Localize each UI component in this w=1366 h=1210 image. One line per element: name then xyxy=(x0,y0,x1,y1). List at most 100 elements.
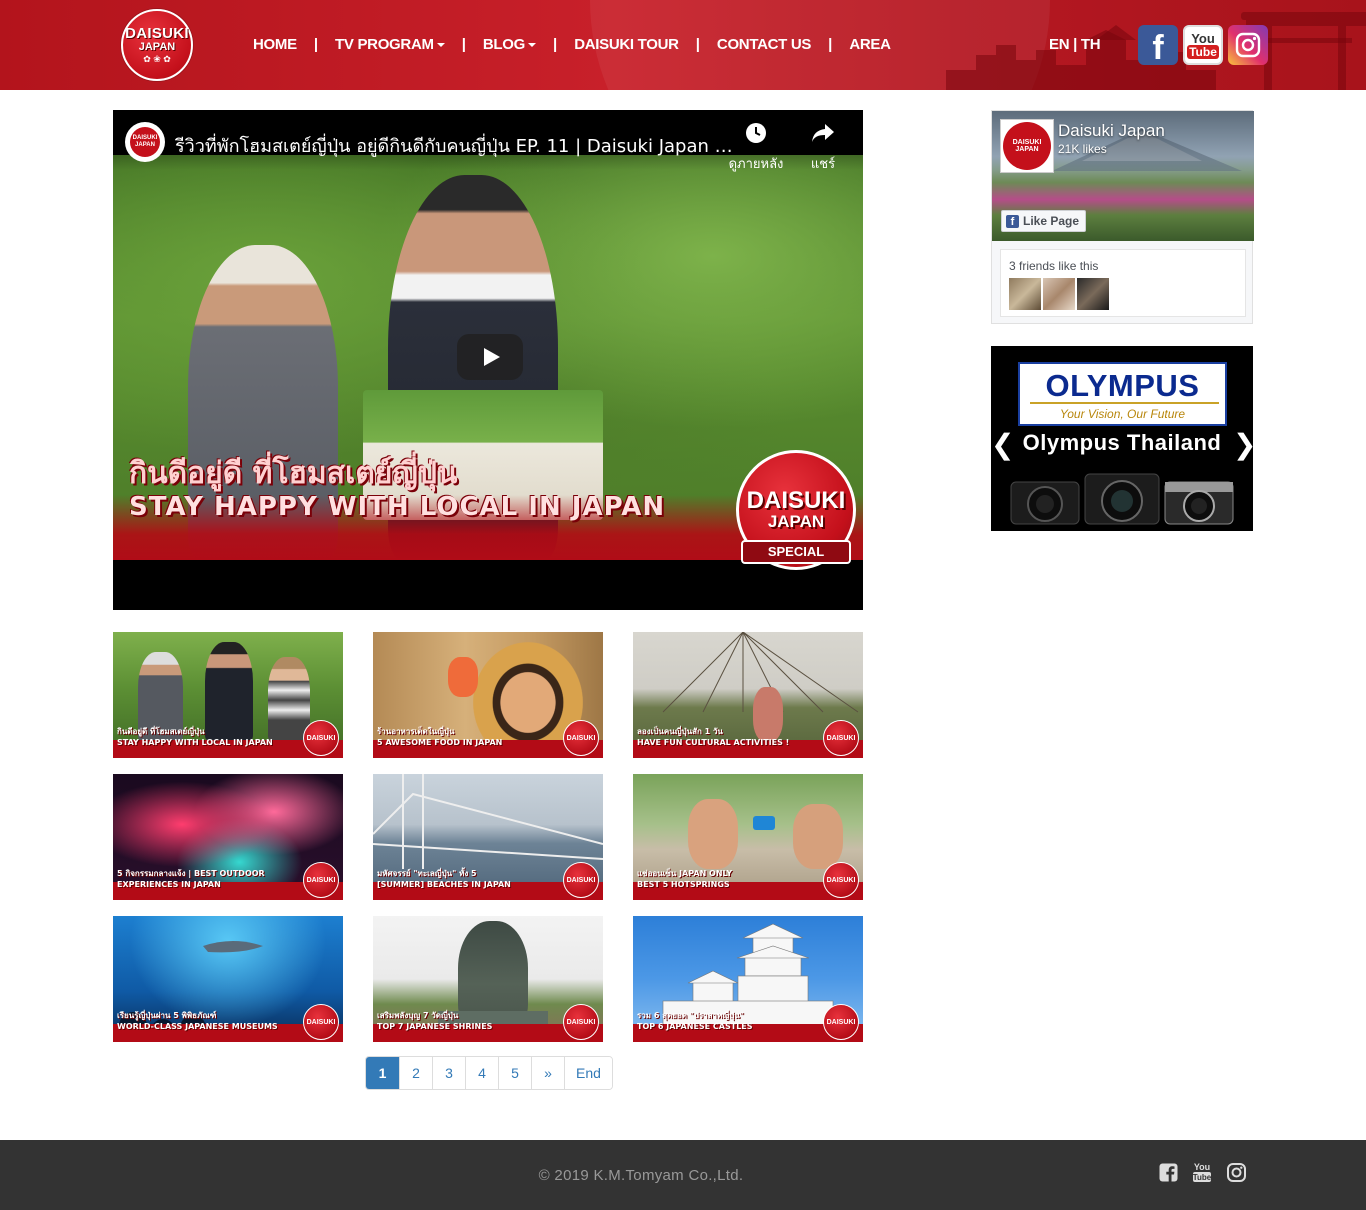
footer-social-links: You Tube xyxy=(1158,1162,1246,1182)
facebook-likes-count: 21K likes xyxy=(1058,142,1107,156)
thumbnail-badge: DAISUKI xyxy=(563,1004,599,1040)
like-page-button[interactable]: f Like Page xyxy=(1001,210,1087,232)
thumbnail-caption: เสริมพลังบุญ 7 วัดญี่ปุ่น TOP 7 JAPANESE… xyxy=(377,1011,493,1031)
featured-video-player[interactable]: DAISUKI JAPAN รีวิวที่พักโฮมสเตย์ญี่ปุ่น… xyxy=(113,110,863,610)
facebook-icon[interactable]: f xyxy=(1138,25,1178,67)
friend-avatar[interactable] xyxy=(1043,278,1075,310)
olympus-tagline: Your Vision, Our Future xyxy=(1059,407,1186,421)
thumbnail-badge: DAISUKI xyxy=(563,862,599,898)
site-footer: © 2019 K.M.Tomyam Co.,Ltd. You Tube xyxy=(0,1140,1366,1210)
nav-separator: | xyxy=(828,36,833,53)
nav-separator: | xyxy=(553,36,558,53)
thumbnail-caption: แช่ออนเซ็น JAPAN ONLY BEST 5 HOTSPRINGS xyxy=(637,869,733,889)
facebook-page-widget: DAISUKI JAPAN Daisuki Japan 21K likes f … xyxy=(991,110,1254,324)
facebook-page-avatar[interactable]: DAISUKI JAPAN xyxy=(1000,119,1054,173)
next-page-button[interactable]: » xyxy=(531,1057,564,1089)
nav-daisuki-tour[interactable]: DAISUKI TOUR xyxy=(574,36,679,53)
nav-area[interactable]: AREA xyxy=(849,36,891,53)
nav-tv-program[interactable]: TV PROGRAM xyxy=(335,36,445,53)
clock-icon xyxy=(726,122,786,149)
video-thumbnail[interactable]: ร้านอาหารเด็ดในญี่ปุ่น 5 AWESOME FOOD IN… xyxy=(373,632,603,758)
logo-divider xyxy=(1030,402,1219,404)
thumbnail-badge: DAISUKI xyxy=(303,720,339,756)
badge-line1: DAISUKI xyxy=(746,487,846,514)
facebook-square-icon[interactable] xyxy=(1158,1162,1178,1182)
youtube-icon[interactable]: You Tube xyxy=(1183,25,1223,65)
page-4-button[interactable]: 4 xyxy=(465,1057,498,1089)
thumbnail-badge: DAISUKI xyxy=(823,1004,859,1040)
facebook-page-name[interactable]: Daisuki Japan xyxy=(1058,121,1165,141)
nav-home[interactable]: HOME xyxy=(253,36,297,53)
video-thumbnail[interactable]: เสริมพลังบุญ 7 วัดญี่ปุ่น TOP 7 JAPANESE… xyxy=(373,916,603,1042)
nav-contact-us[interactable]: CONTACT US xyxy=(717,36,812,53)
facebook-letter: f xyxy=(1152,28,1164,67)
channel-avatar[interactable]: DAISUKI JAPAN xyxy=(125,122,165,162)
thumbnail-caption: กินดีอยู่ดี ที่โฮมสเตย์ญี่ปุ่น STAY HAPP… xyxy=(117,727,273,747)
thumbnail-badge: DAISUKI xyxy=(303,1004,339,1040)
thumbnail-badge: DAISUKI xyxy=(563,720,599,756)
video-thumbnail[interactable]: กินดีอยู่ดี ที่โฮมสเตย์ญี่ปุ่น STAY HAPP… xyxy=(113,632,343,758)
watch-later-label: ดูภายหลัง xyxy=(728,157,784,172)
watch-later-button[interactable]: ดูภายหลัง xyxy=(726,122,786,174)
page-5-button[interactable]: 5 xyxy=(498,1057,531,1089)
header-social-links: f You Tube xyxy=(1138,25,1268,67)
share-button[interactable]: แชร์ xyxy=(793,122,853,174)
last-page-button[interactable]: End xyxy=(564,1057,612,1089)
nav-blog[interactable]: BLOG xyxy=(482,36,537,53)
thumbnail-caption: มหัศจรรย์ "ทะเลญี่ปุ่น" ทั้ง 5 [SUMMER] … xyxy=(377,869,511,889)
friend-avatars xyxy=(1009,278,1109,310)
lang-th[interactable]: TH xyxy=(1081,36,1101,53)
share-label: แชร์ xyxy=(810,157,836,172)
friends-like-text: 3 friends like this xyxy=(1009,259,1099,273)
thumbnail-caption: ลองเป็นคนญี่ปุ่นสัก 1 วัน HAVE FUN CULTU… xyxy=(637,727,790,747)
logo-line2: JAPAN xyxy=(138,41,176,53)
video-title[interactable]: รีวิวที่พักโฮมสเตย์ญี่ปุ่น อยู่ดีกินดีกั… xyxy=(175,131,735,160)
youtube-icon[interactable]: You Tube xyxy=(1192,1162,1212,1182)
lang-en[interactable]: EN xyxy=(1049,36,1070,53)
video-thumbnail[interactable]: รวม 6 สุดยอด "ปราสาทญี่ปุ่น" TOP 6 JAPAN… xyxy=(633,916,863,1042)
pagination: 1 2 3 4 5 » End xyxy=(365,1056,613,1090)
nav-blog-label: BLOG xyxy=(482,36,526,53)
channel-avatar-text: DAISUKI JAPAN xyxy=(130,127,160,157)
nav-tv-program-label: TV PROGRAM xyxy=(335,36,434,53)
facebook-small-icon: f xyxy=(1006,214,1019,228)
like-page-label: Like Page xyxy=(1023,214,1080,228)
ad-next-arrow-icon[interactable]: ❯ xyxy=(1233,428,1253,461)
site-logo[interactable]: DAISUKI JAPAN ✿ ❀ ✿ xyxy=(121,9,193,81)
logo-line1: DAISUKI xyxy=(125,25,189,42)
video-thumbnail[interactable]: มหัศจรรย์ "ทะเลญี่ปุ่น" ทั้ง 5 [SUMMER] … xyxy=(373,774,603,900)
friends-like-box: 3 friends like this xyxy=(1000,249,1246,317)
main-nav: HOME | TV PROGRAM | BLOG | DAISUKI TOUR … xyxy=(253,36,891,53)
instagram-icon[interactable] xyxy=(1226,1162,1246,1182)
page-3-button[interactable]: 3 xyxy=(432,1057,465,1089)
olympus-ad-banner[interactable]: OLYMPUS Your Vision, Our Future ❮ Olympu… xyxy=(991,346,1253,531)
ad-title: Olympus Thailand xyxy=(1022,430,1222,455)
site-header: DAISUKI JAPAN ✿ ❀ ✿ HOME | TV PROGRAM | … xyxy=(0,0,1366,90)
camera-lineup-image xyxy=(1010,473,1234,525)
video-thumbnail-grid: กินดีอยู่ดี ที่โฮมสเตย์ญี่ปุ่น STAY HAPP… xyxy=(113,632,863,1042)
video-thumbnail[interactable]: เรียนรู้ญี่ปุ่นผ่าน 5 พิพิธภัณฑ์ WORLD-C… xyxy=(113,916,343,1042)
friend-avatar[interactable] xyxy=(1009,278,1041,310)
play-icon xyxy=(484,348,500,366)
daisuki-special-badge: DAISUKI JAPAN SPECIAL xyxy=(731,450,861,570)
lang-separator: | xyxy=(1069,36,1081,53)
video-thumbnail[interactable]: แช่ออนเซ็น JAPAN ONLY BEST 5 HOTSPRINGS … xyxy=(633,774,863,900)
badge-line2: JAPAN xyxy=(767,512,825,531)
sakura-icon: ✿ ❀ ✿ xyxy=(143,54,171,64)
youtube-tube-text: Tube xyxy=(1187,44,1219,59)
instagram-glyph xyxy=(1235,32,1261,58)
instagram-icon[interactable] xyxy=(1228,25,1268,65)
thumbnail-caption: 5 กิจกรรมกลางแจ้ง | BEST OUTDOOR EXPERIE… xyxy=(117,869,265,889)
share-icon xyxy=(793,122,853,149)
video-thumbnail[interactable]: 5 กิจกรรมกลางแจ้ง | BEST OUTDOOR EXPERIE… xyxy=(113,774,343,900)
thumbnail-caption: รวม 6 สุดยอด "ปราสาทญี่ปุ่น" TOP 6 JAPAN… xyxy=(637,1011,753,1031)
play-button[interactable] xyxy=(457,334,523,380)
friend-avatar[interactable] xyxy=(1077,278,1109,310)
video-thumbnail[interactable]: ลองเป็นคนญี่ปุ่นสัก 1 วัน HAVE FUN CULTU… xyxy=(633,632,863,758)
page-2-button[interactable]: 2 xyxy=(399,1057,432,1089)
thumbnail-badge: DAISUKI xyxy=(823,862,859,898)
copyright-text: © 2019 K.M.Tomyam Co.,Ltd. xyxy=(538,1167,744,1184)
badge-ribbon: SPECIAL xyxy=(741,540,851,564)
page-1-button[interactable]: 1 xyxy=(366,1057,399,1089)
svg-text:Tube: Tube xyxy=(1193,1173,1212,1182)
